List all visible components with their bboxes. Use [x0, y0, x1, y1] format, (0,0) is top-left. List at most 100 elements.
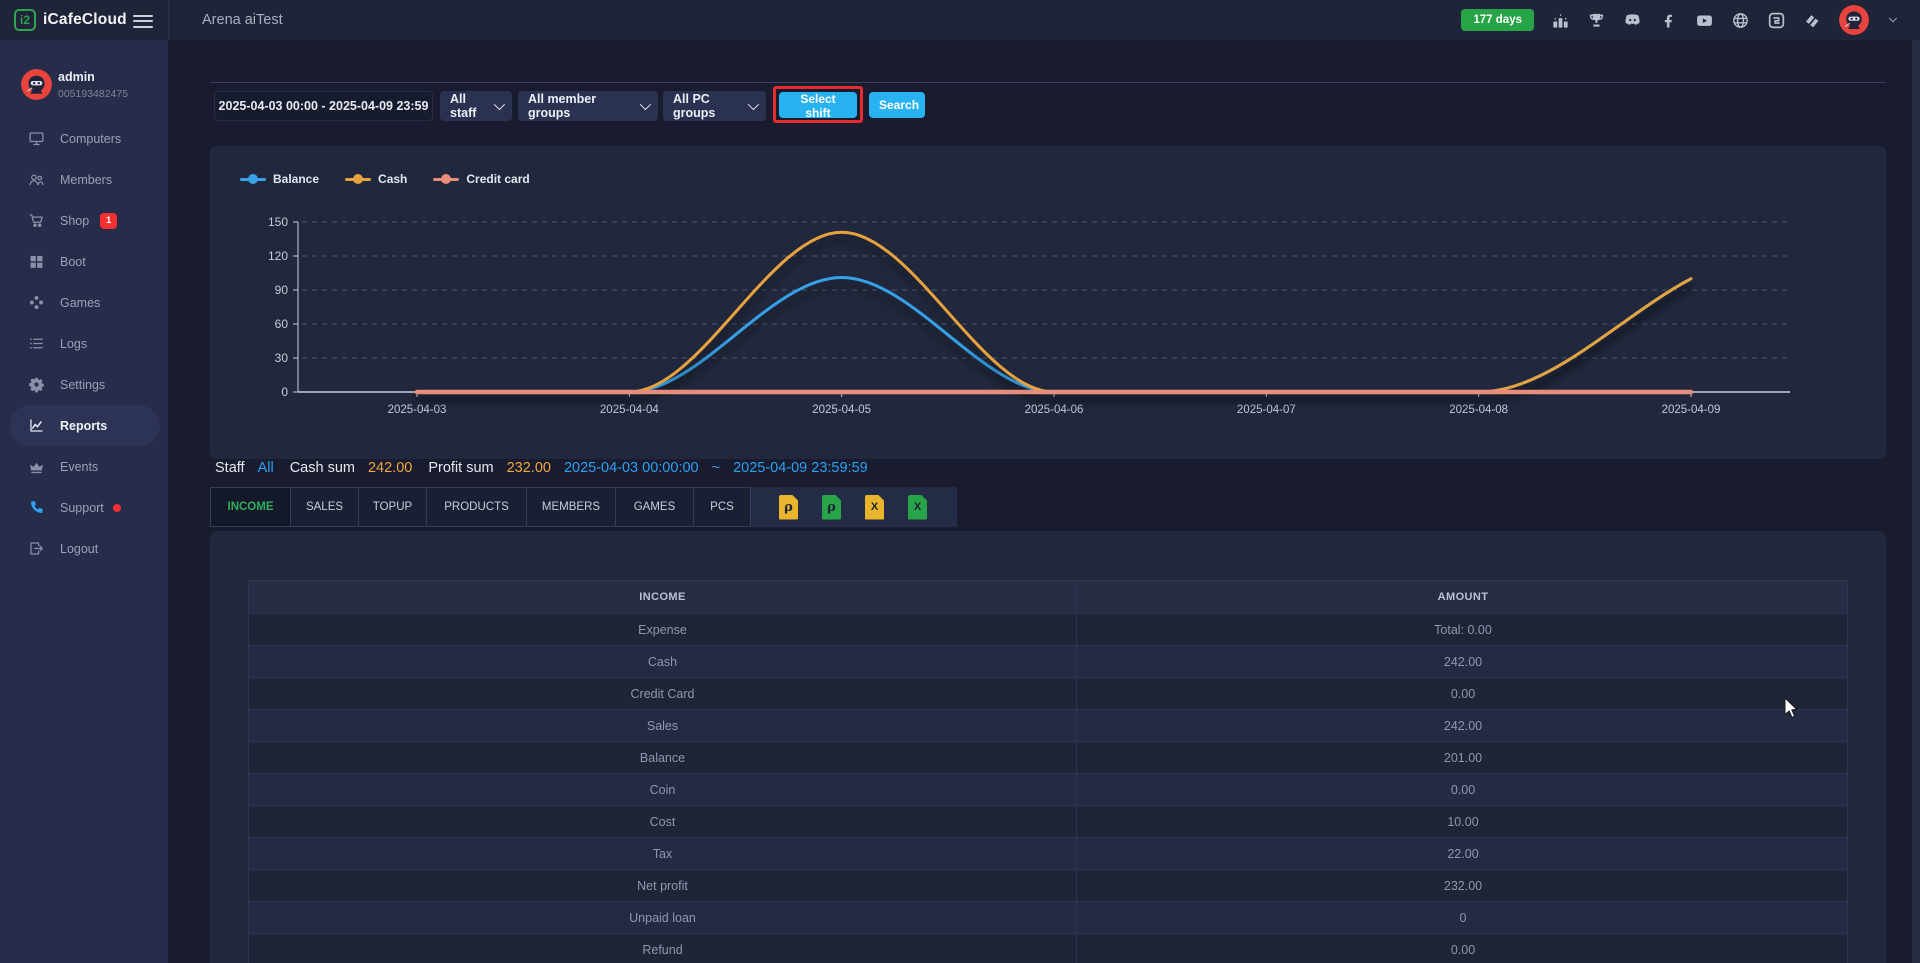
export-buttons: ρρXX [751, 487, 957, 527]
sidebar-item-games[interactable]: Games [0, 282, 168, 323]
legend-label: Credit card [466, 172, 529, 186]
date-range-input[interactable]: 2025-04-03 00:00 - 2025-04-09 23:59 [214, 91, 433, 121]
staff-value: All [258, 460, 274, 476]
table-row[interactable]: Credit Card0.00 [249, 678, 1847, 710]
tab-income[interactable]: INCOME [210, 487, 290, 527]
sidebar-item-shop[interactable]: Shop1 [0, 200, 168, 241]
legend-label: Balance [273, 172, 319, 186]
legend-marker-icon [345, 174, 371, 184]
sidebar-item-label: Computers [60, 132, 121, 146]
sidebar-item-boot[interactable]: Boot [0, 241, 168, 282]
trophy-icon[interactable] [1587, 11, 1606, 30]
main-content: 2025-04-03 00:00 - 2025-04-09 23:59 All … [168, 40, 1920, 963]
sidebar-item-support[interactable]: Support [0, 487, 168, 528]
support-icon [28, 499, 45, 516]
table-row[interactable]: Unpaid loan0 [249, 902, 1847, 934]
amount-cell: 0.00 [1076, 678, 1849, 709]
cash-sum-value: 242.00 [368, 460, 412, 476]
income-cell: Refund [249, 934, 1076, 963]
amount-cell: 242.00 [1076, 710, 1849, 741]
svg-text:150: 150 [268, 215, 288, 229]
table-row[interactable]: Balance201.00 [249, 742, 1847, 774]
export-excel-green-icon[interactable]: X [908, 495, 927, 520]
sidebar-item-settings[interactable]: Settings [0, 364, 168, 405]
table-row[interactable]: Net profit232.00 [249, 870, 1847, 902]
app-logo[interactable]: i2 iCafeCloud [14, 0, 127, 40]
globe-icon[interactable] [1731, 11, 1750, 30]
sidebar-item-members[interactable]: Members [0, 159, 168, 200]
chevron-down-icon[interactable] [1886, 13, 1900, 27]
legend-item-cash[interactable]: Cash [345, 172, 407, 186]
discord-icon[interactable] [1623, 11, 1642, 30]
svg-text:90: 90 [275, 283, 289, 297]
export-pdf-yellow-icon[interactable]: ρ [779, 495, 798, 520]
sidebar-user-name: admin [58, 70, 95, 84]
scrollbar[interactable] [1912, 40, 1920, 963]
svg-text:2025-04-06: 2025-04-06 [1025, 404, 1084, 416]
license-days-badge[interactable]: 177 days [1461, 9, 1534, 31]
topbar-right: 177 days [1461, 0, 1900, 40]
layers-icon[interactable] [1803, 11, 1822, 30]
tab-topup[interactable]: TOPUP [358, 487, 426, 527]
tab-games[interactable]: GAMES [615, 487, 693, 527]
table-row[interactable]: Cost10.00 [249, 806, 1847, 838]
sidebar-item-events[interactable]: Events [0, 446, 168, 487]
tab-members[interactable]: MEMBERS [526, 487, 615, 527]
amount-cell: 0 [1076, 902, 1849, 933]
svg-text:2025-04-05: 2025-04-05 [812, 404, 871, 416]
table-row[interactable]: ExpenseTotal: 0.00 [249, 614, 1847, 646]
amount-cell: 10.00 [1076, 806, 1849, 837]
table-panel: INCOME AMOUNT ExpenseTotal: 0.00Cash242.… [210, 531, 1886, 963]
income-cell: Sales [249, 710, 1076, 741]
table-row[interactable]: Cash242.00 [249, 646, 1847, 678]
sidebar-item-logout[interactable]: Logout [0, 528, 168, 569]
sidebar-item-reports[interactable]: Reports [10, 405, 160, 446]
legend-marker-icon [433, 174, 459, 184]
staff-select[interactable]: All staff [440, 91, 512, 121]
chevron-down-icon [748, 99, 759, 110]
select-shift-button[interactable]: Select shift [779, 92, 857, 118]
income-table: INCOME AMOUNT ExpenseTotal: 0.00Cash242.… [248, 580, 1848, 963]
table-row[interactable]: Sales242.00 [249, 710, 1847, 742]
icafecloud-icon[interactable] [1767, 11, 1786, 30]
amount-cell: 201.00 [1076, 742, 1849, 773]
search-button[interactable]: Search [869, 92, 925, 118]
menu-toggle-icon[interactable] [133, 11, 153, 29]
sidebar-item-label: Shop [60, 214, 89, 228]
report-tabs: INCOMESALESTOPUPPRODUCTSMEMBERSGAMESPCS … [210, 487, 957, 527]
pc-groups-select[interactable]: All PC groups [663, 91, 766, 121]
income-cell: Cash [249, 646, 1076, 677]
sidebar-item-computers[interactable]: Computers [0, 118, 168, 159]
sidebar-item-label: Boot [60, 255, 86, 269]
tab-products[interactable]: PRODUCTS [426, 487, 526, 527]
export-pdf-green-icon[interactable]: ρ [822, 495, 841, 520]
shop-icon [28, 212, 45, 229]
table-row[interactable]: Coin0.00 [249, 774, 1847, 806]
income-cell: Net profit [249, 870, 1076, 901]
topbar-divider [168, 0, 169, 40]
summary-row: Staff All Cash sum 242.00 Profit sum 232… [215, 460, 868, 476]
facebook-icon[interactable] [1659, 11, 1678, 30]
tab-pcs[interactable]: PCS [693, 487, 751, 527]
youtube-icon[interactable] [1695, 11, 1714, 30]
income-cell: Unpaid loan [249, 902, 1076, 933]
tab-sales[interactable]: SALES [290, 487, 358, 527]
profit-sum-label: Profit sum [428, 460, 493, 476]
export-excel-yellow-icon[interactable]: X [865, 495, 884, 520]
chevron-down-icon [640, 99, 651, 110]
table-row[interactable]: Refund0.00 [249, 934, 1847, 963]
sidebar-item-label: Reports [60, 419, 107, 433]
member-groups-select[interactable]: All member groups [518, 91, 658, 121]
chart-legend: Balance Cash Credit card [240, 172, 530, 186]
line-chart: 03060901201502025-04-032025-04-042025-04… [210, 196, 1886, 458]
sidebar-item-label: Logout [60, 542, 98, 556]
legend-item-credit-card[interactable]: Credit card [433, 172, 529, 186]
amount-cell: Total: 0.00 [1076, 614, 1849, 645]
user-avatar[interactable] [1839, 5, 1869, 35]
legend-item-balance[interactable]: Balance [240, 172, 319, 186]
table-row[interactable]: Tax22.00 [249, 838, 1847, 870]
leaderboard-icon[interactable] [1551, 11, 1570, 30]
sidebar-item-logs[interactable]: Logs [0, 323, 168, 364]
sidebar-user-avatar[interactable] [21, 69, 52, 100]
svg-text:2025-04-08: 2025-04-08 [1449, 404, 1508, 416]
